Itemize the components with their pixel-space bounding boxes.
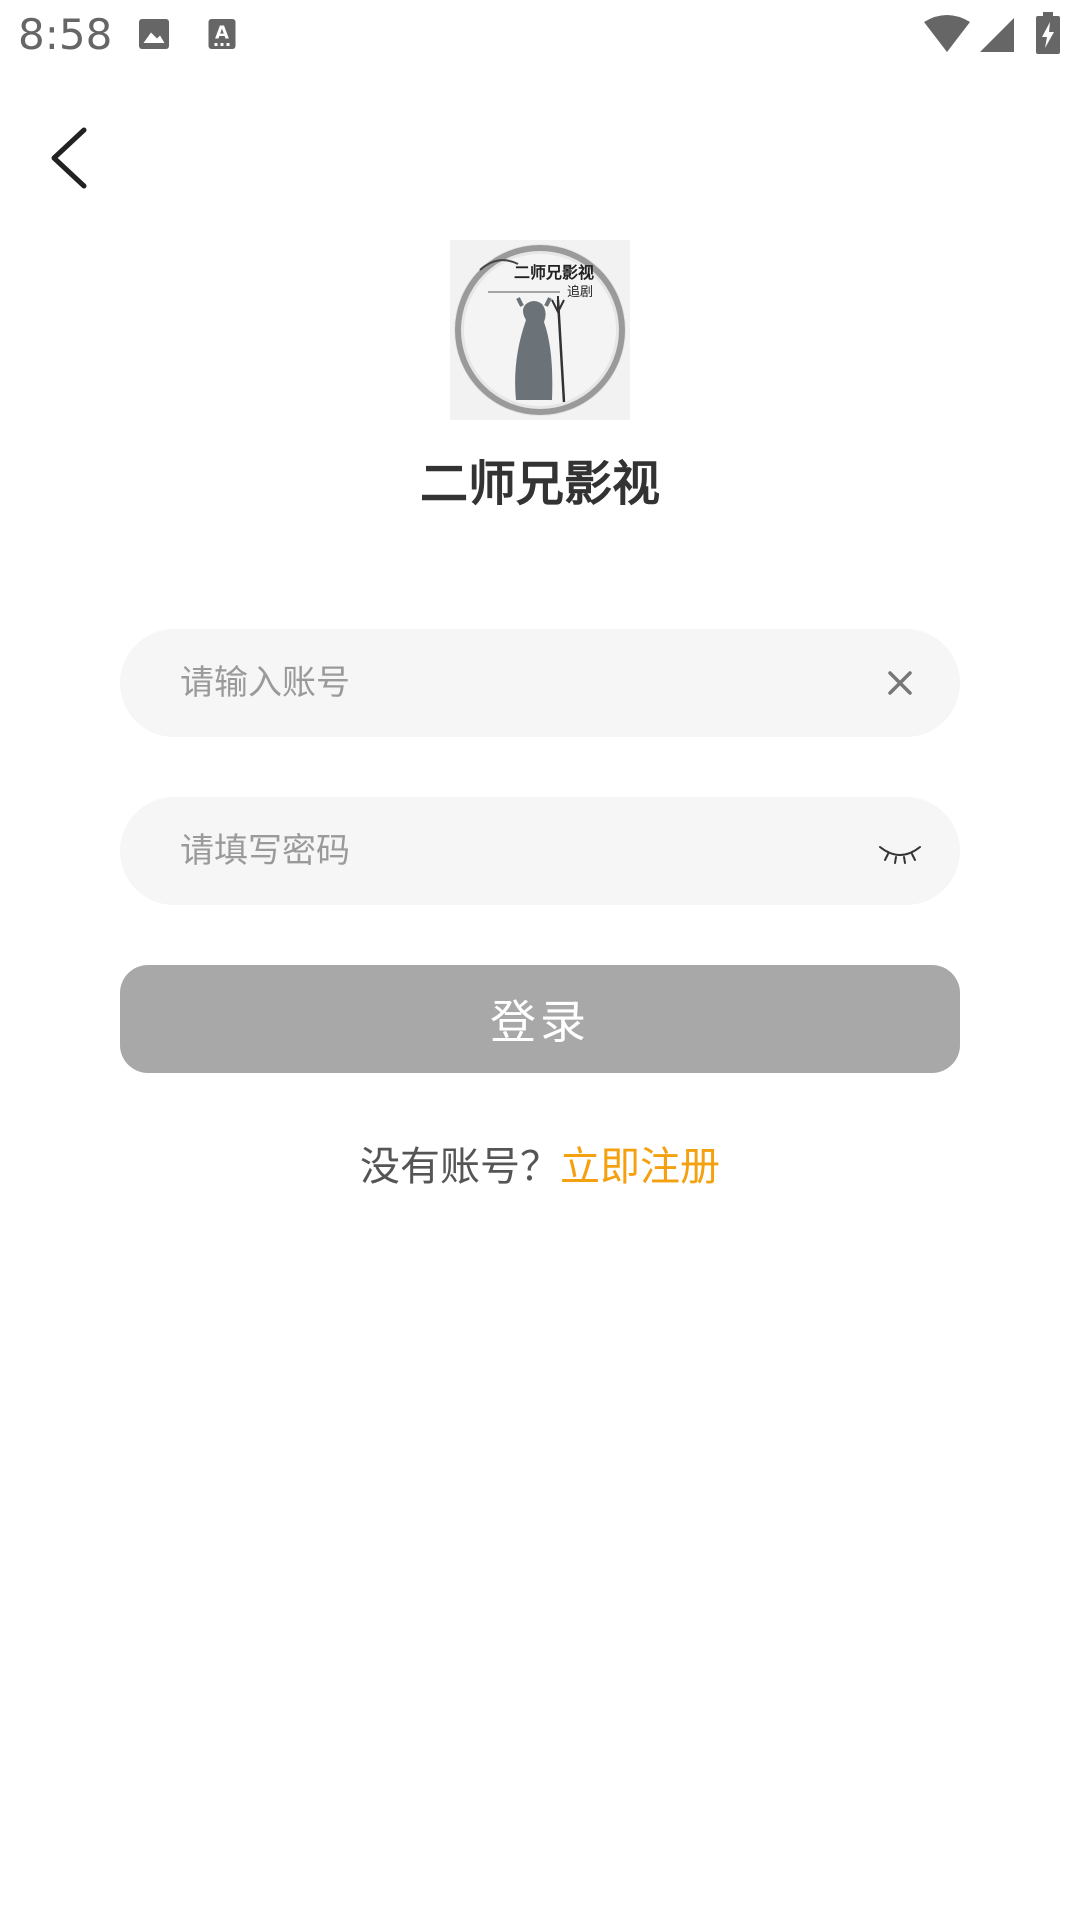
text-a-icon: A [208, 19, 236, 49]
logo-text-sub: 追剧 [567, 284, 593, 300]
logo-text-main: 二师兄影视 [514, 263, 594, 282]
app-title: 二师兄影视 [419, 456, 660, 512]
svg-text:A: A [215, 23, 229, 44]
signal-icon [980, 18, 1014, 52]
register-line: 没有账号？立即注册 [0, 1134, 1080, 1192]
password-field [120, 797, 960, 905]
wifi-icon [924, 15, 970, 52]
eye-closed-icon [879, 846, 921, 864]
status-time: 8:58 [18, 10, 113, 59]
app-logo: 二师兄影视 追剧 [450, 240, 630, 420]
register-prompt: 没有账号？ [360, 1144, 560, 1190]
back-button[interactable] [40, 118, 100, 198]
chevron-left-icon [51, 127, 87, 189]
toggle-password-visibility-button[interactable] [870, 821, 930, 881]
close-icon [888, 671, 912, 695]
password-input[interactable] [180, 797, 840, 905]
status-bar: 8:58 A [0, 0, 1080, 72]
register-link[interactable]: 立即注册 [560, 1144, 720, 1190]
image-icon [139, 19, 169, 49]
login-button[interactable]: 登录 [120, 965, 960, 1073]
battery-charging-icon [1036, 12, 1060, 54]
account-input[interactable] [180, 629, 840, 737]
clear-account-button[interactable] [870, 653, 930, 713]
account-field [120, 629, 960, 737]
